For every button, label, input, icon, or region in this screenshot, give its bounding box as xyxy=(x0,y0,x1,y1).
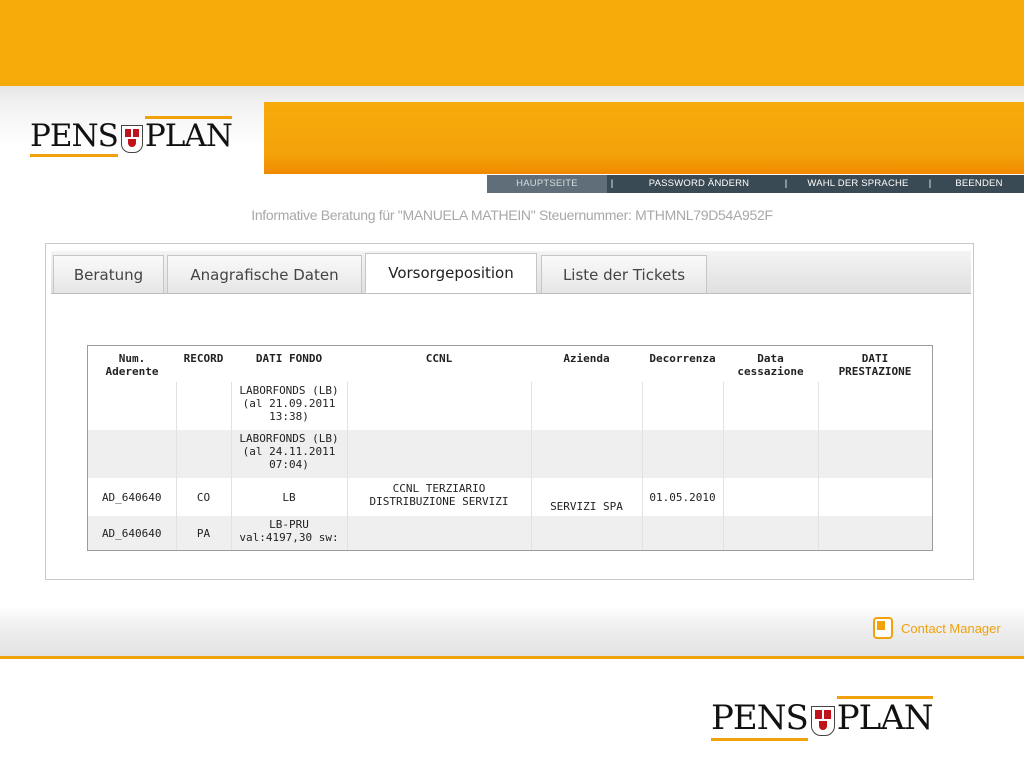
cell-cessazione xyxy=(722,430,818,478)
cell-decorrenza xyxy=(641,430,723,478)
table-row: LABORFONDS (LB) (al 24.11.2011 07:04) xyxy=(88,430,932,478)
cell-azienda xyxy=(530,516,642,550)
cell-num: AD_640640 xyxy=(101,490,162,504)
top-navigation: HAUPTSEITE | PASSWORD ÄNDERN | WAHL DER … xyxy=(487,175,1024,193)
cell-num: AD_640640 xyxy=(88,516,176,550)
contact-manager-icon xyxy=(873,617,893,639)
header-orange-block xyxy=(264,102,1024,174)
tab-vorsorgeposition[interactable]: Vorsorgeposition xyxy=(365,253,537,293)
cell-prestazione xyxy=(817,430,932,478)
footer-divider xyxy=(0,656,1024,659)
pension-position-table: Num. Aderente RECORD DATI FONDO CCNL Azie… xyxy=(87,345,933,551)
cell-ccnl xyxy=(346,516,531,550)
logo-word-right: PLAN xyxy=(144,118,233,154)
cell-decorrenza: 01.05.2010 xyxy=(641,478,723,516)
header-ccnl: CCNL xyxy=(425,352,453,365)
cell-dati-fondo: LABORFONDS (LB) (al 24.11.2011 07:04) xyxy=(230,430,347,478)
nav-separator: | xyxy=(610,178,614,189)
nav-separator: | xyxy=(928,178,932,189)
table-header-row: Num. Aderente RECORD DATI FONDO CCNL Azie… xyxy=(88,346,932,382)
top-banner xyxy=(0,0,1024,86)
coat-of-arms-icon xyxy=(810,706,835,736)
cell-azienda xyxy=(530,382,642,430)
nav-beenden[interactable]: BEENDEN xyxy=(935,175,1023,193)
cell-record: CO xyxy=(175,478,231,516)
cell-cessazione xyxy=(722,478,818,516)
cell-cessazione xyxy=(722,382,818,430)
cell-ccnl xyxy=(346,382,531,430)
logo-word-left: PENS xyxy=(711,698,809,738)
tab-strip: Beratung Anagrafische Daten Vorsorgeposi… xyxy=(51,251,971,294)
tab-liste-der-tickets[interactable]: Liste der Tickets xyxy=(541,255,707,293)
cell-prestazione xyxy=(817,478,932,516)
header-dati-prestazione: DATI PRESTAZIONE xyxy=(838,352,912,378)
logo-word-right: PLAN xyxy=(836,698,934,738)
header-record: RECORD xyxy=(183,352,224,365)
cell-azienda xyxy=(530,430,642,478)
pensplan-logo: PENS PLAN xyxy=(30,116,233,157)
cell-dati-fondo: LB-PRU val:4197,30 sw: xyxy=(230,516,347,550)
cell-dati-fondo: LB xyxy=(230,478,347,516)
nav-hauptseite[interactable]: HAUPTSEITE xyxy=(487,175,607,193)
table-row: LABORFONDS (LB) (al 21.09.2011 13:38) xyxy=(88,382,932,430)
logo-word-left: PENS xyxy=(30,118,119,154)
cell-decorrenza xyxy=(641,516,723,550)
header-decorrenza: Decorrenza xyxy=(649,352,716,365)
cell-dati-fondo: LABORFONDS (LB) (al 21.09.2011 13:38) xyxy=(230,382,347,430)
header-data-cessazione: Data cessazione xyxy=(737,352,804,378)
nav-password-aendern[interactable]: PASSWORD ÄNDERN xyxy=(617,175,781,193)
nav-separator: | xyxy=(784,178,788,189)
tab-beratung[interactable]: Beratung xyxy=(53,255,164,293)
consultation-subtitle: Informative Beratung für "MANUELA MATHEI… xyxy=(251,207,773,223)
contact-manager-link[interactable]: Contact Manager xyxy=(873,617,1001,639)
cell-record xyxy=(175,430,231,478)
coat-of-arms-icon xyxy=(120,125,143,153)
cell-ccnl xyxy=(346,430,531,478)
header-dati-fondo: DATI FONDO xyxy=(255,352,323,365)
cell-cessazione xyxy=(722,516,818,550)
cell-record xyxy=(175,382,231,430)
cell-prestazione xyxy=(817,382,932,430)
cell-prestazione xyxy=(817,516,932,550)
contact-manager-label: Contact Manager xyxy=(901,620,1001,636)
cell-ccnl: CCNL TERZIARIO DISTRIBUZIONE SERVIZI xyxy=(346,478,531,516)
table-row: AD_640640 CO LB CCNL TERZIARIO DISTRIBUZI… xyxy=(88,478,932,516)
cell-num xyxy=(88,430,176,478)
cell-azienda: SERVIZI SPA xyxy=(530,478,642,516)
tab-anagrafische-daten[interactable]: Anagrafische Daten xyxy=(167,255,362,293)
header-azienda: Azienda xyxy=(563,352,610,365)
cell-num xyxy=(88,382,176,430)
header-num-aderente: Num. Aderente xyxy=(105,352,159,378)
cell-decorrenza xyxy=(641,382,723,430)
table-row: AD_640640 PA LB-PRU val:4197,30 sw: xyxy=(88,516,932,550)
nav-wahl-der-sprache[interactable]: WAHL DER SPRACHE xyxy=(791,175,925,193)
pensplan-logo-footer: PENS PLAN xyxy=(711,696,934,741)
cell-record: PA xyxy=(175,516,231,550)
